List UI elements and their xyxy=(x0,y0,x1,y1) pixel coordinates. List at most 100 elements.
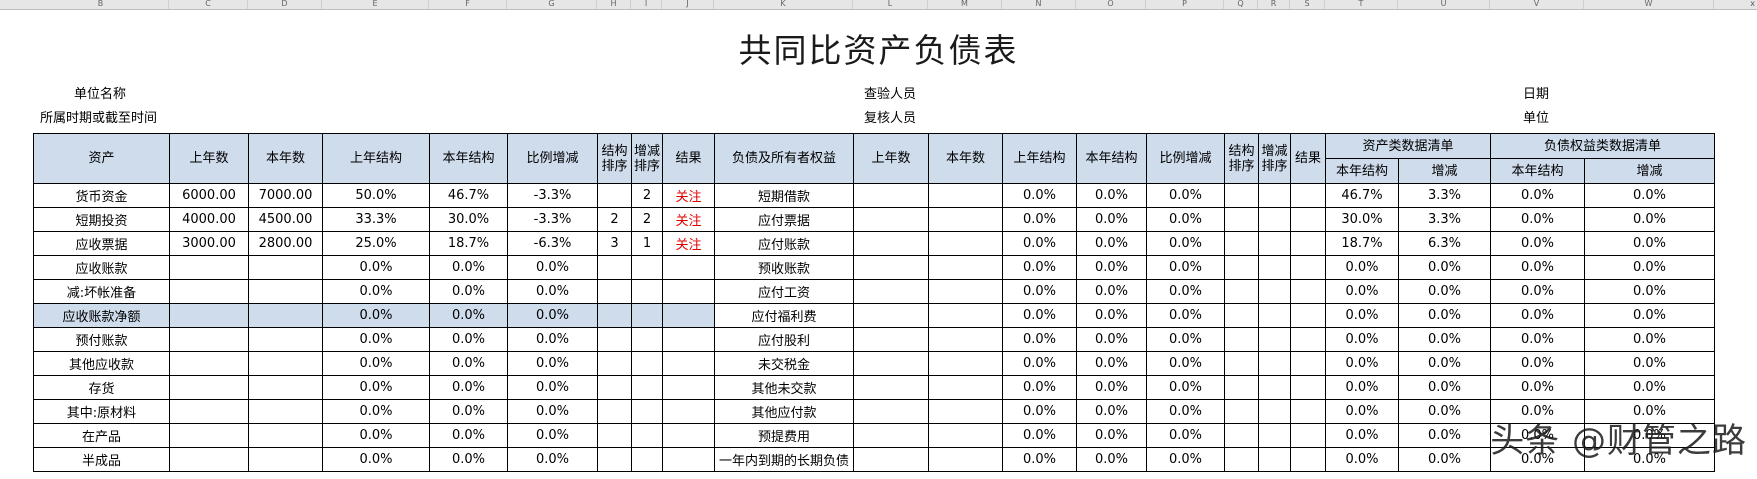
cell-l-prev[interactable] xyxy=(853,375,929,400)
cell-asset-list-change[interactable]: 0.0% xyxy=(1398,447,1491,472)
cell-l-prev-struct[interactable]: 0.0% xyxy=(1002,207,1077,232)
cell-ratio-change[interactable]: -3.3% xyxy=(507,207,598,232)
cell-prev-struct[interactable]: 0.0% xyxy=(322,303,430,328)
cell-l-struct-rank[interactable] xyxy=(1224,447,1259,472)
cell-prev[interactable] xyxy=(169,327,249,352)
cell-l-result[interactable] xyxy=(1290,231,1326,256)
cell-l-ratio-change[interactable]: 0.0% xyxy=(1146,351,1225,376)
cell-l-change-rank[interactable] xyxy=(1258,279,1291,304)
cell-ratio-change[interactable]: 0.0% xyxy=(507,399,598,424)
cell-prev[interactable]: 4000.00 xyxy=(169,207,249,232)
cell-l-change-rank[interactable] xyxy=(1258,351,1291,376)
cell-l-result[interactable] xyxy=(1290,447,1326,472)
cell-l-change-rank[interactable] xyxy=(1258,399,1291,424)
cell-l-prev[interactable] xyxy=(853,447,929,472)
header-cell[interactable]: 本年数 xyxy=(928,133,1003,184)
cell-ratio-change[interactable]: 0.0% xyxy=(507,279,598,304)
cell-l-prev-struct[interactable]: 0.0% xyxy=(1002,255,1077,280)
cell-l-struct-rank[interactable] xyxy=(1224,207,1259,232)
cell-l-change-rank[interactable] xyxy=(1258,447,1291,472)
cell-asset[interactable]: 半成品 xyxy=(33,447,170,472)
cell-l-curr[interactable] xyxy=(928,399,1003,424)
cell-prev-struct[interactable]: 0.0% xyxy=(322,399,430,424)
cell-liability[interactable]: 未交税金 xyxy=(714,351,854,376)
cell-l-result[interactable] xyxy=(1290,423,1326,448)
cell-l-ratio-change[interactable]: 0.0% xyxy=(1146,231,1225,256)
cell-asset-list-struct[interactable]: 0.0% xyxy=(1325,303,1399,328)
cell-l-prev-struct[interactable]: 0.0% xyxy=(1002,447,1077,472)
cell-liab-list-change[interactable]: 0.0% xyxy=(1584,207,1715,232)
cell-l-ratio-change[interactable]: 0.0% xyxy=(1146,447,1225,472)
header-cell[interactable]: 结构排序 xyxy=(1224,133,1259,184)
cell-change-rank[interactable]: 2 xyxy=(631,207,663,232)
cell-result[interactable] xyxy=(662,327,715,352)
cell-liability[interactable]: 应付福利费 xyxy=(714,303,854,328)
col-header-U[interactable]: U xyxy=(1398,0,1490,9)
cell-asset[interactable]: 应收票据 xyxy=(33,231,170,256)
cell-struct-rank[interactable] xyxy=(597,375,632,400)
col-header-H[interactable]: H xyxy=(597,0,631,9)
header-cell[interactable]: 结构排序 xyxy=(597,133,632,184)
cell-change-rank[interactable]: 2 xyxy=(631,183,663,208)
cell-result[interactable] xyxy=(662,255,715,280)
cell-l-result[interactable] xyxy=(1290,351,1326,376)
cell-l-ratio-change[interactable]: 0.0% xyxy=(1146,375,1225,400)
cell-l-curr-struct[interactable]: 0.0% xyxy=(1076,231,1147,256)
cell-liab-list-change[interactable]: 0.0% xyxy=(1584,375,1715,400)
cell-l-curr-struct[interactable]: 0.0% xyxy=(1076,351,1147,376)
cell-struct-rank[interactable] xyxy=(597,327,632,352)
cell-liability[interactable]: 其他应付款 xyxy=(714,399,854,424)
cell-asset-list-change[interactable]: 0.0% xyxy=(1398,399,1491,424)
cell-prev-struct[interactable]: 0.0% xyxy=(322,447,430,472)
cell-l-prev-struct[interactable]: 0.0% xyxy=(1002,375,1077,400)
cell-curr[interactable] xyxy=(248,279,323,304)
cell-struct-rank[interactable]: 3 xyxy=(597,231,632,256)
cell-ratio-change[interactable]: -3.3% xyxy=(507,183,598,208)
cell-asset-list-change[interactable]: 0.0% xyxy=(1398,303,1491,328)
cell-asset-list-struct[interactable]: 18.7% xyxy=(1325,231,1399,256)
col-header-E[interactable]: E xyxy=(322,0,429,9)
cell-struct-rank[interactable] xyxy=(597,279,632,304)
cell-l-curr[interactable] xyxy=(928,447,1003,472)
cell-prev[interactable] xyxy=(169,351,249,376)
header-cell[interactable]: 增减排序 xyxy=(631,133,663,184)
cell-liability[interactable]: 预收账款 xyxy=(714,255,854,280)
cell-l-struct-rank[interactable] xyxy=(1224,303,1259,328)
cell-l-prev[interactable] xyxy=(853,279,929,304)
header-cell-liab-list[interactable]: 负债权益类数据清单 xyxy=(1490,133,1715,159)
cell-l-struct-rank[interactable] xyxy=(1224,375,1259,400)
cell-change-rank[interactable] xyxy=(631,255,663,280)
cell-l-change-rank[interactable] xyxy=(1258,183,1291,208)
cell-l-prev[interactable] xyxy=(853,207,929,232)
cell-ratio-change[interactable]: 0.0% xyxy=(507,375,598,400)
cell-liab-list-struct[interactable]: 0.0% xyxy=(1490,279,1585,304)
cell-change-rank[interactable] xyxy=(631,399,663,424)
cell-struct-rank[interactable] xyxy=(597,423,632,448)
cell-prev-struct[interactable]: 33.3% xyxy=(322,207,430,232)
cell-liability[interactable]: 一年内到期的长期负债 xyxy=(714,447,854,472)
cell-asset-list-struct[interactable]: 0.0% xyxy=(1325,375,1399,400)
cell-prev-struct[interactable]: 25.0% xyxy=(322,231,430,256)
header-cell[interactable]: 本年结构 xyxy=(1490,158,1585,184)
cell-ratio-change[interactable]: 0.0% xyxy=(507,447,598,472)
col-header-I[interactable]: I xyxy=(631,0,662,9)
cell-struct-rank[interactable] xyxy=(597,447,632,472)
cell-result[interactable]: 关注 xyxy=(662,183,715,208)
cell-curr[interactable] xyxy=(248,447,323,472)
cell-liability[interactable]: 应付股利 xyxy=(714,327,854,352)
cell-asset-list-change[interactable]: 3.3% xyxy=(1398,207,1491,232)
header-cell[interactable]: 增减 xyxy=(1584,158,1715,184)
col-header-T[interactable]: T xyxy=(1325,0,1398,9)
cell-asset[interactable]: 预付账款 xyxy=(33,327,170,352)
cell-l-curr[interactable] xyxy=(928,279,1003,304)
cell-prev-struct[interactable]: 0.0% xyxy=(322,375,430,400)
cell-curr[interactable] xyxy=(248,351,323,376)
cell-l-struct-rank[interactable] xyxy=(1224,423,1259,448)
cell-l-result[interactable] xyxy=(1290,399,1326,424)
cell-curr[interactable] xyxy=(248,399,323,424)
cell-prev-struct[interactable]: 50.0% xyxy=(322,183,430,208)
cell-asset-list-struct[interactable]: 0.0% xyxy=(1325,399,1399,424)
cell-liability[interactable]: 应付工资 xyxy=(714,279,854,304)
cell-l-curr-struct[interactable]: 0.0% xyxy=(1076,279,1147,304)
cell-prev[interactable]: 6000.00 xyxy=(169,183,249,208)
